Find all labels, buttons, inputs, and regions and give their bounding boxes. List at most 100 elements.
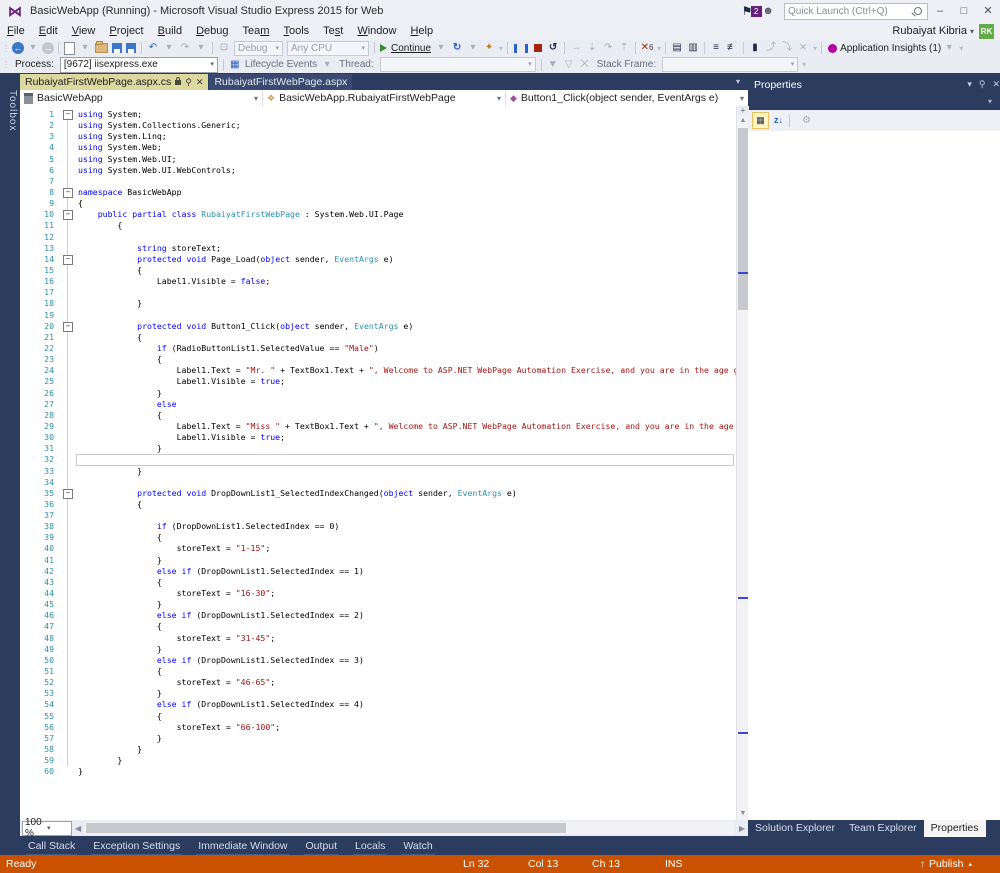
menu-help[interactable]: Help — [403, 22, 440, 40]
tab-rubaiyatfirstwebpage-aspx-cs[interactable]: RubaiyatFirstWebPage.aspx.cs ⚲ ✕ — [20, 74, 208, 90]
hex-display-icon[interactable]: ✕6 — [640, 41, 654, 55]
refresh-icon[interactable]: ↻ — [450, 41, 464, 55]
code-line[interactable]: 5using System.Web.UI; — [20, 154, 736, 165]
horizontal-scrollbar-thumb[interactable] — [86, 823, 566, 833]
menu-debug[interactable]: Debug — [189, 22, 235, 40]
code-line[interactable]: 10− public partial class RubaiyatFirstWe… — [20, 209, 736, 220]
new-breakpoint-icon[interactable]: ▥ — [686, 41, 700, 55]
menu-test[interactable]: Test — [316, 22, 350, 40]
code-line[interactable]: 9{ — [20, 198, 736, 209]
code-line[interactable]: 8−namespace BasicWebApp — [20, 187, 736, 198]
close-button[interactable]: ✕ — [976, 1, 1000, 21]
continue-dropdown-icon[interactable]: ▾ — [434, 41, 448, 55]
code-line[interactable]: 4using System.Web; — [20, 142, 736, 153]
code-line[interactable]: 26 } — [20, 388, 736, 399]
immediate-window-icon[interactable]: ≡ — [709, 41, 723, 55]
fold-collapse-icon[interactable]: − — [63, 110, 73, 120]
continue-button[interactable]: Continue — [391, 43, 431, 54]
account-name[interactable]: Rubaiyat Kibria — [892, 25, 967, 37]
code-line[interactable]: 22 if (RadioButtonList1.SelectedValue ==… — [20, 343, 736, 354]
code-line[interactable]: 56 storeText = "66-100"; — [20, 722, 736, 733]
browser-link-icon[interactable]: ✦ — [482, 41, 496, 55]
step-out-icon[interactable]: ⇡ — [617, 41, 631, 55]
window-position-dropdown-icon[interactable]: ▾ — [967, 79, 972, 90]
code-line[interactable]: 57 } — [20, 733, 736, 744]
project-dropdown[interactable]: BasicWebApp ▾ — [20, 90, 263, 106]
code-line[interactable]: 28 { — [20, 410, 736, 421]
toggle-bookmark-icon[interactable]: ▮ — [748, 41, 762, 55]
application-insights-button[interactable]: Application Insights (1) — [840, 43, 941, 54]
fold-collapse-icon[interactable]: − — [63, 255, 73, 265]
debug-toolbar-overflow-icon[interactable]: ▾ — [657, 44, 660, 53]
code-line[interactable]: 50 else if (DropDownList1.SelectedIndex … — [20, 655, 736, 666]
account-dropdown-icon[interactable]: ▾ — [970, 27, 974, 36]
code-line[interactable]: 48 storeText = "31-45"; — [20, 633, 736, 644]
code-line[interactable]: 45 } — [20, 599, 736, 610]
process-select[interactable]: [9672] iisexpress.exe▾ — [60, 57, 218, 73]
quick-launch-input[interactable]: Quick Launch (Ctrl+Q) — [784, 3, 928, 20]
code-line[interactable]: 34 — [20, 477, 736, 488]
menu-window[interactable]: Window — [350, 22, 403, 40]
code-line[interactable]: 24 Label1.Text = "Mr. " + TextBox1.Text … — [20, 365, 736, 376]
editor-horizontal-scrollbar[interactable] — [84, 822, 734, 834]
bookmark-toolbar-overflow-icon[interactable]: ▾ — [813, 44, 816, 53]
scroll-left-icon[interactable]: ◀ — [75, 824, 81, 833]
code-line[interactable]: 60} — [20, 766, 736, 777]
refresh-dropdown-icon[interactable]: ▾ — [466, 41, 480, 55]
new-file-icon[interactable] — [64, 42, 75, 55]
code-line[interactable]: 53 } — [20, 688, 736, 699]
vertical-scrollbar-thumb[interactable] — [738, 128, 748, 310]
code-line[interactable]: 21 { — [20, 332, 736, 343]
tab-solution-explorer[interactable]: Solution Explorer — [748, 820, 842, 837]
code-line[interactable]: 20− protected void Button1_Click(object … — [20, 321, 736, 332]
step-into-icon[interactable]: ⇣ — [585, 41, 599, 55]
code-line[interactable]: 16 Label1.Visible = false; — [20, 276, 736, 287]
open-file-icon[interactable] — [95, 43, 108, 53]
tab-locals[interactable]: Locals — [347, 839, 393, 855]
member-dropdown[interactable]: ◆ Button1_Click(object sender, EventArgs… — [506, 90, 748, 106]
code-line[interactable]: 58 } — [20, 744, 736, 755]
code-line[interactable]: 29 Label1.Text = "Miss " + TextBox1.Text… — [20, 421, 736, 432]
menu-team[interactable]: Team — [236, 22, 277, 40]
insights-toolbar-overflow-icon[interactable]: ▾ — [959, 44, 962, 53]
clear-bookmarks-icon[interactable]: ⨯ — [796, 41, 810, 55]
toolbar-overflow-icon[interactable]: ▾ — [802, 60, 805, 69]
code-line[interactable]: 1−using System; — [20, 109, 736, 120]
code-line[interactable]: 35− protected void DropDownList1_Selecte… — [20, 488, 736, 499]
editor-zoom-select[interactable]: 100 % ▾ — [22, 821, 72, 836]
code-line[interactable]: 36 { — [20, 499, 736, 510]
code-line[interactable]: 32 — [20, 454, 736, 465]
code-line[interactable]: 52 storeText = "46-65"; — [20, 677, 736, 688]
menu-project[interactable]: Project — [102, 22, 150, 40]
code-line[interactable]: 43 { — [20, 577, 736, 588]
code-line[interactable]: 31 } — [20, 443, 736, 454]
maximize-button[interactable]: □ — [952, 1, 976, 21]
code-line[interactable]: 55 { — [20, 711, 736, 722]
breakpoints-window-icon[interactable]: ▤ — [670, 41, 684, 55]
menu-file[interactable]: File — [0, 22, 32, 40]
close-tab-icon[interactable]: ✕ — [196, 77, 204, 88]
properties-grid[interactable] — [748, 131, 1000, 820]
menu-edit[interactable]: Edit — [32, 22, 65, 40]
show-next-statement-icon[interactable]: → — [569, 41, 583, 55]
navigate-backward-dropdown-icon[interactable]: ▾ — [26, 41, 40, 55]
alphabetical-sort-icon[interactable]: z↓ — [771, 113, 786, 128]
lifecycle-events-dropdown-icon[interactable]: ▾ — [320, 58, 334, 72]
code-line[interactable]: 49 } — [20, 644, 736, 655]
close-panel-icon[interactable]: ✕ — [992, 79, 1000, 90]
code-line[interactable]: 42 else if (DropDownList1.SelectedIndex … — [20, 566, 736, 577]
pin-icon[interactable]: ⚲ — [185, 77, 192, 88]
notifications-button[interactable]: ⚑ 2 — [742, 4, 753, 18]
code-line[interactable]: 38 if (DropDownList1.SelectedIndex == 0) — [20, 521, 736, 532]
toolbox-tab[interactable]: Toolbox — [2, 81, 18, 141]
code-line[interactable]: 23 { — [20, 354, 736, 365]
fold-collapse-icon[interactable]: − — [63, 210, 73, 220]
code-line[interactable]: 2using System.Collections.Generic; — [20, 120, 736, 131]
flag-threads-icon[interactable]: ▽ — [562, 58, 576, 72]
thread-select[interactable]: ▾ — [380, 57, 536, 72]
solution-configurations-select[interactable]: Debug▾ — [234, 41, 283, 56]
code-line[interactable]: 11 { — [20, 220, 736, 231]
property-pages-icon[interactable]: ⚙ — [799, 113, 814, 128]
scroll-right-icon[interactable]: ▶ — [739, 824, 745, 833]
menu-build[interactable]: Build — [151, 22, 189, 40]
